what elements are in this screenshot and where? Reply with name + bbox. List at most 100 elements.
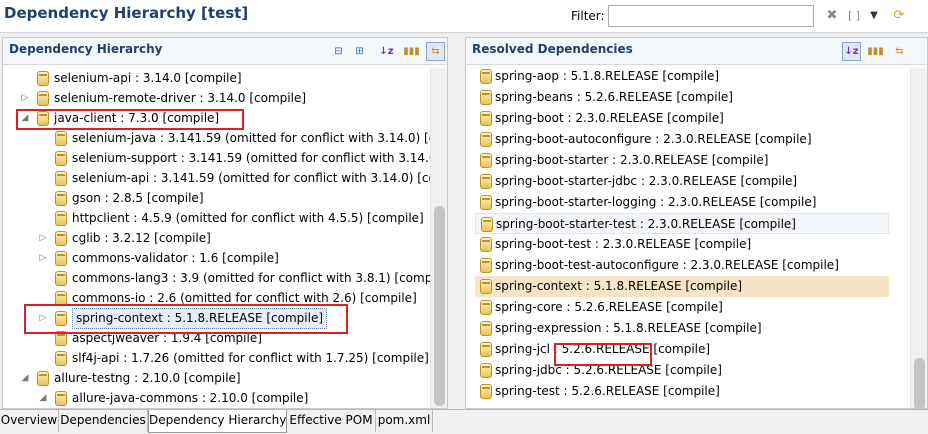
resolved-row-label: spring-jdbc : 5.2.6.RELEASE [compile]	[495, 363, 722, 377]
jar-icon	[480, 132, 492, 147]
jar-icon	[480, 153, 492, 168]
resolved-row[interactable]: spring-core : 5.2.6.RELEASE [compile]	[475, 297, 889, 318]
jar-icon	[55, 311, 67, 326]
resolved-row[interactable]: spring-boot-autoconfigure : 2.3.0.RELEAS…	[475, 129, 889, 150]
page-title: Dependency Hierarchy [test]	[4, 4, 249, 22]
jar-icon	[55, 351, 67, 366]
dependency-hierarchy-panel: Dependency Hierarchy ⊟ ⊞ ↓z ▮▮▮ ⇆ seleni…	[2, 37, 448, 409]
tree-row[interactable]: aspectjweaver : 1.9.4 [compile]	[3, 328, 431, 349]
jar-icon	[37, 371, 49, 386]
jar-icon	[480, 321, 492, 336]
sort-az-icon[interactable]: ↓z	[377, 42, 396, 61]
jar-icon	[480, 300, 492, 315]
resolved-row[interactable]: spring-expression : 5.1.8.RELEASE [compi…	[475, 318, 889, 339]
collapse-all-icon[interactable]: ⊟	[329, 42, 348, 61]
left-scrollbar[interactable]	[430, 68, 447, 408]
link-editor-icon[interactable]: ⇆	[890, 42, 909, 61]
tab-effective-pom[interactable]: Effective POM	[287, 410, 376, 432]
tab-pom-xml[interactable]: pom.xml	[376, 410, 433, 432]
resolved-row-label: spring-expression : 5.1.8.RELEASE [compi…	[495, 321, 762, 335]
dropdown-icon[interactable]: ▼	[866, 8, 882, 24]
dependency-tree[interactable]: selenium-api : 3.14.0 [compile] ▷ selenium…	[3, 68, 447, 408]
show-groupid-icon[interactable]: ▮▮▮	[866, 42, 885, 61]
tree-row[interactable]: commons-io : 2.6 (omitted for conflict w…	[3, 288, 431, 309]
resolved-row[interactable]: spring-boot-starter-test : 2.3.0.RELEASE…	[475, 213, 889, 234]
resolved-row-label: spring-boot-test-autoconfigure : 2.3.0.R…	[495, 258, 839, 272]
scroll-thumb[interactable]	[914, 358, 925, 410]
resolved-row[interactable]: spring-aop : 5.1.8.RELEASE [compile]	[475, 68, 889, 87]
refresh-icon[interactable]: ⟳	[891, 8, 907, 24]
jar-icon	[481, 217, 493, 232]
sort-az-icon[interactable]: ↓z	[842, 42, 861, 61]
resolved-row[interactable]: spring-boot-test-autoconfigure : 2.3.0.R…	[475, 255, 889, 276]
resolved-row[interactable]: spring-jcl : 5.2.6.RELEASE [compile]	[475, 339, 889, 360]
resolved-row-label: spring-boot-starter-test : 2.3.0.RELEASE…	[496, 217, 796, 231]
resolved-row-label: spring-boot : 2.3.0.RELEASE [compile]	[495, 111, 724, 125]
resolved-dependencies-panel: Resolved Dependencies ↓z ▮▮▮ ⇆ spring-ao…	[465, 37, 928, 410]
jar-icon	[55, 211, 67, 226]
panel-title: Dependency Hierarchy	[9, 42, 163, 56]
jar-icon	[480, 111, 492, 126]
expand-all-icon[interactable]: ⊞	[350, 42, 369, 61]
link-editor-icon[interactable]: ⇆	[426, 42, 445, 61]
tree-row[interactable]: selenium-java : 3.141.59 (omitted for co…	[3, 128, 447, 149]
tree-row[interactable]: selenium-api : 3.141.59 (omitted for con…	[3, 168, 447, 189]
jar-icon	[480, 237, 492, 252]
collapse-arrow-icon[interactable]: ◢	[20, 108, 30, 129]
editor-tabs: Overview Dependencies Dependency Hierarc…	[0, 409, 928, 434]
resolved-row-label: spring-aop : 5.1.8.RELEASE [compile]	[495, 69, 720, 83]
tab-dependency-hierarchy[interactable]: Dependency Hierarchy	[148, 410, 287, 433]
resolved-row[interactable]: spring-boot : 2.3.0.RELEASE [compile]	[475, 108, 889, 129]
resolved-row[interactable]: spring-boot-test : 2.3.0.RELEASE [compil…	[475, 234, 889, 255]
jar-icon	[480, 174, 492, 189]
resolved-row[interactable]: spring-jdbc : 5.2.6.RELEASE [compile]	[475, 360, 889, 381]
tree-row-label: allure-java-commons : 2.10.0 [compile]	[72, 391, 309, 405]
jar-icon	[480, 279, 492, 294]
tree-row[interactable]: selenium-support : 3.141.59 (omitted for…	[3, 148, 447, 169]
filter-input[interactable]	[608, 5, 814, 27]
resolved-row[interactable]: spring-beans : 5.2.6.RELEASE [compile]	[475, 87, 889, 108]
tree-row[interactable]: slf4j-api : 1.7.26 (omitted for conflict…	[3, 348, 431, 369]
tab-overview[interactable]: Overview	[0, 410, 59, 432]
expand-arrow-icon[interactable]: ▷	[38, 308, 48, 329]
tree-row-label: commons-validator : 1.6 [compile]	[72, 251, 279, 265]
panel-header: Resolved Dependencies ↓z ▮▮▮ ⇆	[466, 38, 927, 65]
resolved-row-label: spring-beans : 5.2.6.RELEASE [compile]	[495, 90, 733, 104]
bracket-icon[interactable]: [ ]	[846, 8, 862, 24]
expand-arrow-icon[interactable]: ▷	[38, 248, 48, 269]
tree-row[interactable]: ◢ java-client : 7.3.0 [compile]	[3, 108, 431, 129]
expand-arrow-icon[interactable]: ▷	[38, 228, 48, 249]
expand-arrow-icon[interactable]: ▷	[20, 88, 30, 109]
resolved-row-label: spring-core : 5.2.6.RELEASE [compile]	[495, 300, 723, 314]
tree-row[interactable]: ▷ selenium-remote-driver : 3.14.0 [compil…	[3, 88, 431, 109]
resolved-row[interactable]: spring-context : 5.1.8.RELEASE [compile]	[475, 276, 889, 297]
tree-row[interactable]: ▷ spring-context : 5.1.8.RELEASE [compile…	[3, 308, 431, 329]
resolved-row[interactable]: spring-boot-starter-logging : 2.3.0.RELE…	[475, 192, 889, 213]
tree-row[interactable]: selenium-api : 3.14.0 [compile]	[3, 68, 431, 89]
tree-row[interactable]: ◢ allure-java-commons : 2.10.0 [compile]	[3, 388, 431, 408]
scroll-thumb[interactable]	[434, 206, 445, 406]
tree-row[interactable]: gson : 2.8.5 [compile]	[3, 188, 431, 209]
tree-row-label: commons-lang3 : 3.9 (omitted for conflic…	[72, 271, 447, 285]
tree-row-label: java-client : 7.3.0 [compile]	[54, 111, 220, 125]
tree-row[interactable]: commons-lang3 : 3.9 (omitted for conflic…	[3, 268, 446, 289]
tree-row[interactable]: httpclient : 4.5.9 (omitted for conflict…	[3, 208, 431, 229]
resolved-row[interactable]: spring-boot-starter : 2.3.0.RELEASE [com…	[475, 150, 889, 171]
tree-row-label: allure-testng : 2.10.0 [compile]	[54, 371, 241, 385]
resolved-list[interactable]: spring-aop : 5.1.8.RELEASE [compile] spri…	[466, 68, 927, 408]
tree-row-label: slf4j-api : 1.7.26 (omitted for conflict…	[72, 351, 429, 365]
tree-row-label: selenium-remote-driver : 3.14.0 [compile…	[54, 91, 307, 105]
tree-row[interactable]: ▷ cglib : 3.2.12 [compile]	[3, 228, 431, 249]
show-groupid-icon[interactable]: ▮▮▮	[402, 42, 421, 61]
right-scrollbar[interactable]	[910, 68, 927, 410]
resolved-row[interactable]: spring-boot-starter-jdbc : 2.3.0.RELEASE…	[475, 171, 889, 192]
tree-row[interactable]: ▷ commons-validator : 1.6 [compile]	[3, 248, 431, 269]
resolved-row-label: spring-boot-autoconfigure : 2.3.0.RELEAS…	[495, 132, 812, 146]
collapse-arrow-icon[interactable]: ◢	[20, 368, 30, 389]
resolved-row[interactable]: spring-test : 5.2.6.RELEASE [compile]	[475, 381, 889, 402]
tab-dependencies[interactable]: Dependencies	[59, 410, 148, 432]
jar-icon	[37, 111, 49, 126]
tree-row[interactable]: ◢ allure-testng : 2.10.0 [compile]	[3, 368, 431, 389]
collapse-arrow-icon[interactable]: ◢	[38, 388, 48, 408]
clear-icon[interactable]: ✖	[824, 8, 840, 24]
